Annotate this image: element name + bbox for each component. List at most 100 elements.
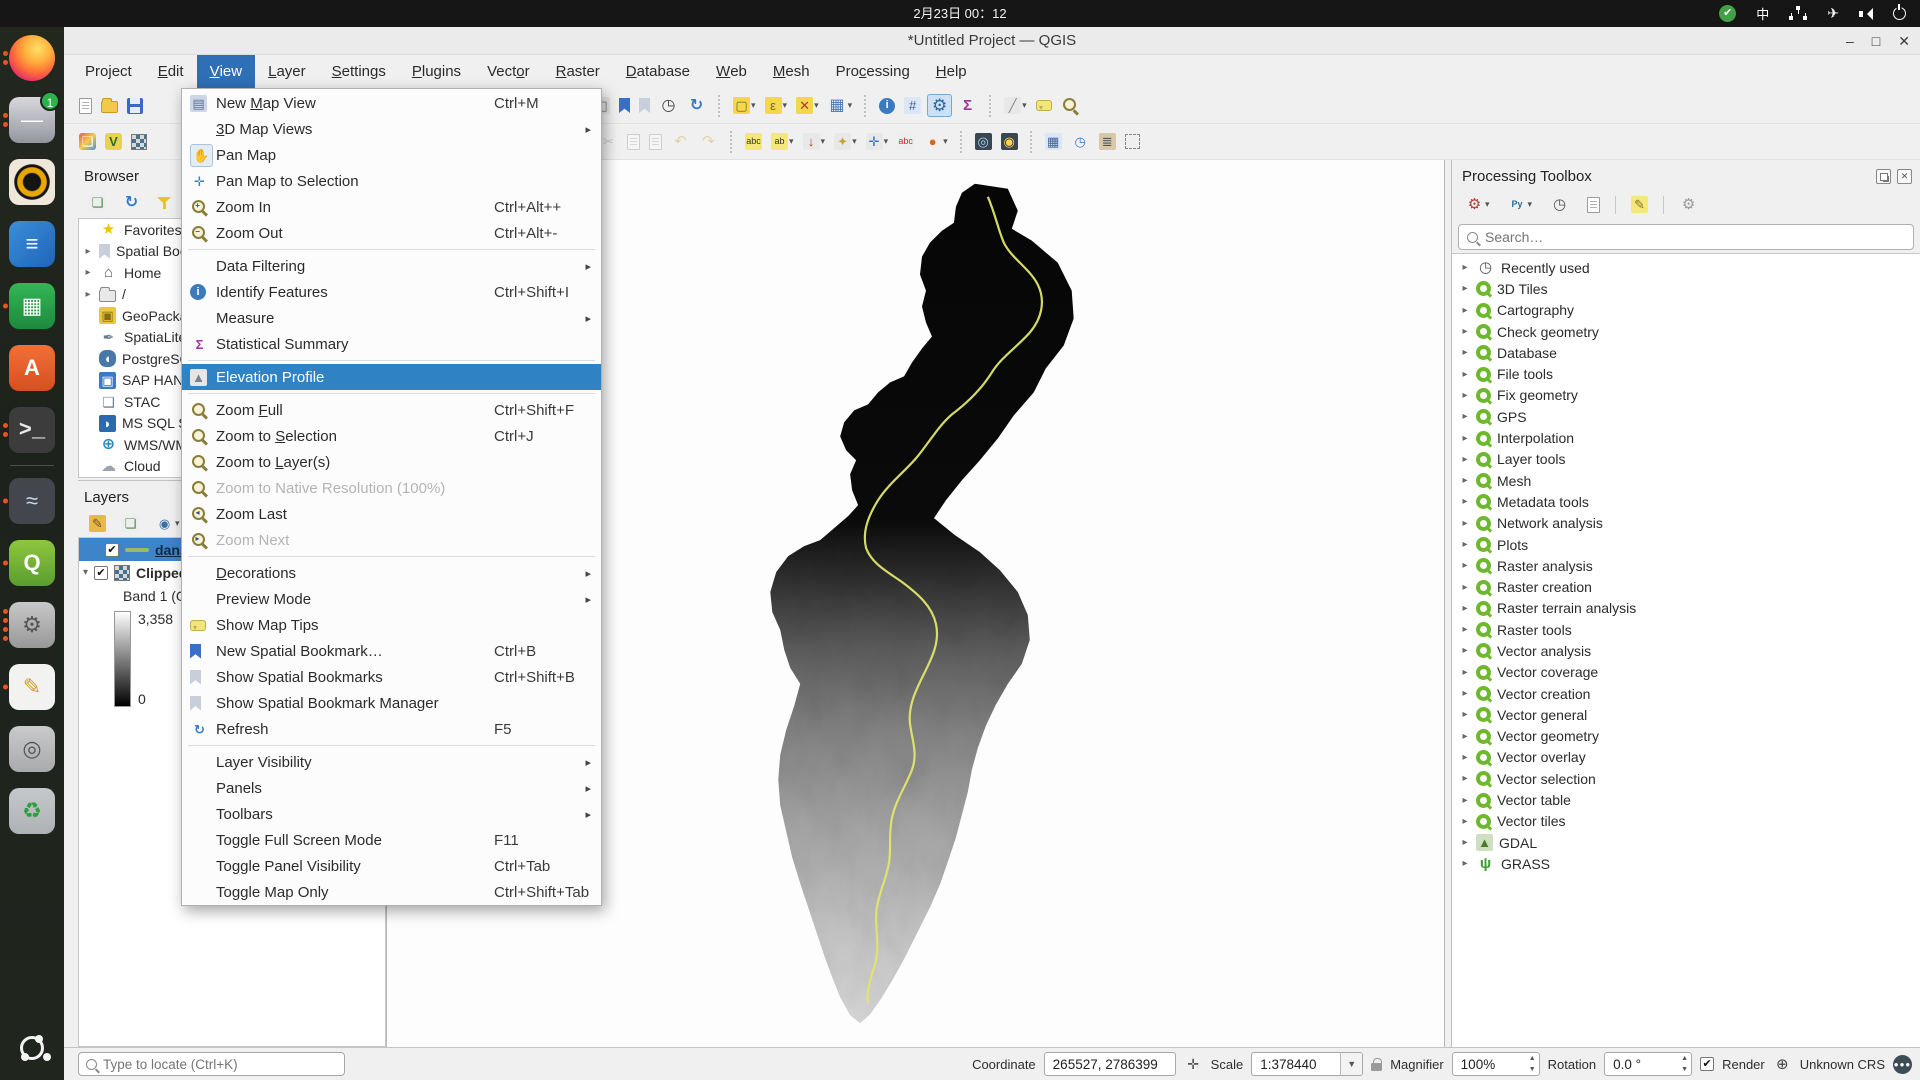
- search-input[interactable]: [1485, 229, 1905, 245]
- expand-arrow-icon[interactable]: ▸: [1460, 283, 1470, 294]
- menu-item-measure[interactable]: Measure▸: [182, 305, 601, 331]
- add-group-button[interactable]: ❏: [119, 513, 142, 534]
- dock-app-center[interactable]: A: [0, 337, 64, 399]
- minimize-button[interactable]: –: [1846, 33, 1854, 49]
- menu-item-toggle-map-only[interactable]: Toggle Map OnlyCtrl+Shift+Tab: [182, 879, 601, 905]
- messages-button[interactable]: ●●●: [1893, 1055, 1912, 1074]
- locator-input[interactable]: [103, 1057, 337, 1072]
- collapse-arrow-icon[interactable]: ▾: [83, 567, 88, 578]
- expand-arrow-icon[interactable]: ▸: [1460, 582, 1470, 593]
- menu-item-panels[interactable]: Panels▸: [182, 775, 601, 801]
- expand-arrow-icon[interactable]: ▸: [83, 246, 93, 257]
- expand-arrow-icon[interactable]: ▸: [1460, 305, 1470, 316]
- menu-item-new-spatial-bookmark[interactable]: New Spatial Bookmark…Ctrl+B: [182, 638, 601, 664]
- refresh-browser-button[interactable]: ↻: [119, 191, 144, 214]
- python-scripts-button[interactable]: Py▾: [1505, 193, 1536, 216]
- input-method-indicator[interactable]: 中: [1756, 4, 1769, 23]
- tree-item-recently-used[interactable]: ▸◷Recently used: [1452, 257, 1920, 278]
- dropdown-arrow-icon[interactable]: ▼: [1340, 1053, 1362, 1075]
- temporal-controller-button[interactable]: ◷: [656, 94, 681, 117]
- select-by-expression-button[interactable]: ε▾: [762, 95, 791, 116]
- new-spatial-bookmark-button[interactable]: [616, 96, 633, 115]
- menubar-view[interactable]: View: [197, 55, 256, 88]
- pin-labels-button[interactable]: ↓▾: [800, 131, 829, 152]
- add-vector-layer-button[interactable]: V: [102, 131, 125, 152]
- dropdown-caret-icon[interactable]: ▾: [814, 100, 819, 111]
- locator-bar[interactable]: [78, 1052, 345, 1076]
- tree-item-grass[interactable]: ▸ψGRASS: [1452, 853, 1920, 874]
- statistical-summary-button[interactable]: Σ: [955, 94, 980, 117]
- updates-ok-icon[interactable]: ✔: [1719, 5, 1736, 22]
- wired-network-icon[interactable]: [1789, 6, 1807, 21]
- dropdown-caret-icon[interactable]: ▾: [943, 136, 948, 147]
- menu-item-zoom-next[interactable]: ▸Zoom Next: [182, 527, 601, 553]
- layer-labeling-button[interactable]: abc: [742, 131, 765, 152]
- tree-item-cartography[interactable]: ▸Cartography: [1452, 300, 1920, 321]
- dropdown-caret-icon[interactable]: ▾: [852, 136, 857, 147]
- tree-item-3d-tiles[interactable]: ▸3D Tiles: [1452, 278, 1920, 299]
- redo-button[interactable]: ↷: [696, 130, 721, 153]
- expand-arrow-icon[interactable]: ▸: [1460, 667, 1470, 678]
- rotation-stepper[interactable]: 0.0 °▲▼: [1604, 1052, 1692, 1076]
- layer-labeling-options-button[interactable]: ab▾: [768, 131, 797, 152]
- menu-item-zoom-full[interactable]: Zoom FullCtrl+Shift+F: [182, 397, 601, 423]
- open-attribute-table-button[interactable]: ▦▾: [825, 94, 856, 117]
- volume-icon[interactable]: [1859, 8, 1873, 20]
- tree-item-layer-tools[interactable]: ▸Layer tools: [1452, 449, 1920, 470]
- menu-item-show-map-tips[interactable]: Show Map Tips: [182, 612, 601, 638]
- diagram-options-button[interactable]: ●▾: [920, 130, 951, 153]
- data-source-manager-button[interactable]: ❏: [76, 131, 99, 152]
- menu-item-zoom-to-layer-s[interactable]: Zoom to Layer(s): [182, 449, 601, 475]
- map-tips-button[interactable]: [1033, 98, 1055, 113]
- menubar-database[interactable]: Database: [613, 55, 703, 88]
- menu-item-decorations[interactable]: Decorations▸: [182, 560, 601, 586]
- tree-item-vector-creation[interactable]: ▸Vector creation: [1452, 683, 1920, 704]
- processing-history-button[interactable]: ◷: [1068, 130, 1093, 153]
- dock-libreoffice-calc[interactable]: ▦: [0, 275, 64, 337]
- tree-item-raster-tools[interactable]: ▸Raster tools: [1452, 619, 1920, 640]
- render-checkbox[interactable]: ✔: [1700, 1057, 1714, 1071]
- manage-map-themes-button[interactable]: ◉▾: [152, 512, 183, 535]
- menu-item-pan-map[interactable]: ✋Pan Map: [182, 142, 601, 168]
- results-viewer-button[interactable]: [1584, 195, 1603, 215]
- select-features-button[interactable]: ▢▾: [730, 95, 759, 116]
- expand-arrow-icon[interactable]: ▸: [1460, 709, 1470, 720]
- open-project-button[interactable]: [98, 96, 121, 115]
- power-icon[interactable]: [1893, 7, 1906, 20]
- tree-item-vector-selection[interactable]: ▸Vector selection: [1452, 768, 1920, 789]
- toolbar-handle[interactable]: [958, 131, 965, 153]
- clock[interactable]: 2月23日 00：12: [0, 0, 1920, 27]
- paste-features-button[interactable]: [646, 132, 665, 152]
- expand-arrow-icon[interactable]: ▸: [1460, 560, 1470, 571]
- expand-arrow-icon[interactable]: ▸: [1460, 411, 1470, 422]
- expand-arrow-icon[interactable]: ▸: [83, 267, 93, 278]
- save-project-button[interactable]: [124, 96, 146, 116]
- dropdown-caret-icon[interactable]: ▾: [1022, 100, 1027, 111]
- measure-button[interactable]: ╱▾: [1001, 95, 1030, 116]
- open-layer-styling-button[interactable]: ✎: [86, 513, 109, 534]
- menubar-mesh[interactable]: Mesh: [760, 55, 823, 88]
- menu-item-preview-mode[interactable]: Preview Mode▸: [182, 586, 601, 612]
- show-spatial-bookmarks-button[interactable]: [636, 96, 653, 115]
- lock-scale-icon[interactable]: [1371, 1063, 1382, 1071]
- layer-checkbox[interactable]: ✔: [105, 543, 119, 557]
- expand-arrow-icon[interactable]: ▸: [1460, 816, 1470, 827]
- close-panel-button[interactable]: ✕: [1897, 169, 1912, 184]
- airplane-mode-icon[interactable]: ✈: [1827, 5, 1839, 22]
- expand-arrow-icon[interactable]: ▸: [1460, 369, 1470, 380]
- dock-settings[interactable]: ⚙: [0, 594, 64, 656]
- tree-item-gdal[interactable]: ▸▲GDAL: [1452, 832, 1920, 853]
- scale-combo[interactable]: 1:378440▼: [1251, 1052, 1363, 1076]
- menu-item-show-spatial-bookmarks[interactable]: Show Spatial BookmarksCtrl+Shift+B: [182, 664, 601, 690]
- tree-item-metadata-tools[interactable]: ▸Metadata tools: [1452, 491, 1920, 512]
- toolbar-handle[interactable]: [1028, 131, 1035, 153]
- nominatim-geocoder-button[interactable]: ◎: [972, 131, 995, 152]
- expand-arrow-icon[interactable]: ▸: [1460, 518, 1470, 529]
- expand-arrow-icon[interactable]: ▸: [1460, 496, 1470, 507]
- tree-item-fix-geometry[interactable]: ▸Fix geometry: [1452, 385, 1920, 406]
- dock-firefox[interactable]: [0, 27, 64, 89]
- identify-features-button[interactable]: i: [876, 96, 898, 116]
- tree-item-database[interactable]: ▸Database: [1452, 342, 1920, 363]
- deselect-features-button[interactable]: ✕▾: [793, 95, 822, 116]
- menu-item-zoom-to-native-resolution-100[interactable]: Zoom to Native Resolution (100%): [182, 475, 601, 501]
